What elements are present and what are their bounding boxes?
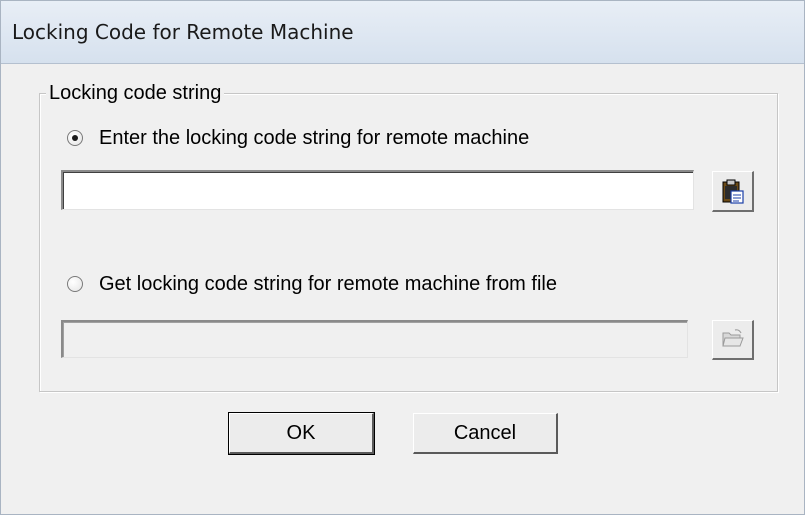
browse-file-button[interactable] [712,320,754,360]
groupbox-legend: Locking code string [46,82,225,105]
title-bar[interactable]: Locking Code for Remote Machine [1,1,804,64]
dialog-client-area: Locking code string Enter the locking co… [10,64,800,512]
radio-get-from-file[interactable]: Get locking code string for remote machi… [67,273,607,299]
open-folder-icon [722,329,744,347]
window-title: Locking Code for Remote Machine [12,20,354,44]
radio-selected-dot [72,135,78,141]
dialog-window: Locking Code for Remote Machine Locking … [0,0,805,515]
radio-enter-locking-code[interactable]: Enter the locking code string for remote… [67,127,587,153]
cancel-button[interactable]: Cancel [413,413,558,454]
paste-button[interactable] [712,171,754,212]
radio-button-file[interactable] [67,276,83,292]
radio-enter-label: Enter the locking code string for remote… [99,127,530,149]
paste-clipboard-icon [722,179,744,204]
ok-button[interactable]: OK [228,412,375,455]
locking-code-file-path-input[interactable] [61,320,688,358]
locking-code-input[interactable] [61,170,694,210]
radio-button-enter[interactable] [67,130,83,146]
radio-file-label: Get locking code string for remote machi… [99,273,557,295]
